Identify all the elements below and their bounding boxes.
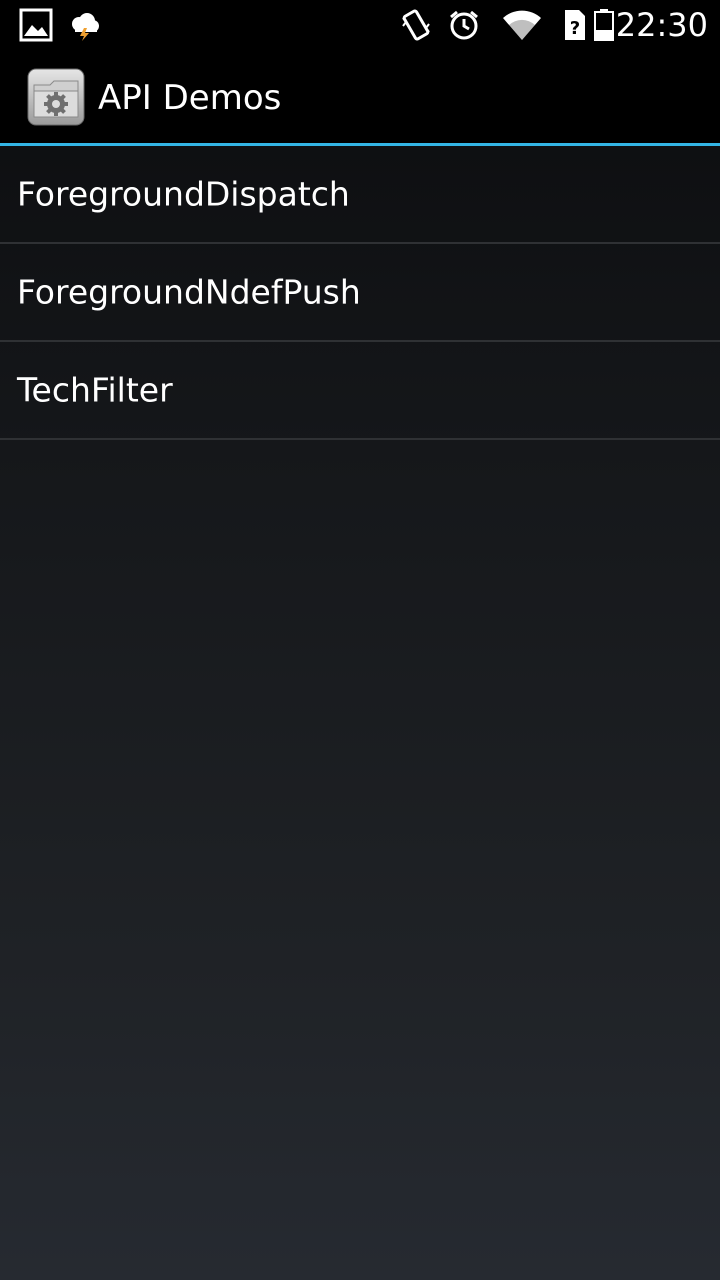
- list-item-foreground-ndef-push[interactable]: ForegroundNdefPush: [0, 244, 720, 342]
- weather-storm-icon: [66, 8, 102, 42]
- list-item-foreground-dispatch[interactable]: ForegroundDispatch: [0, 146, 720, 244]
- alarm-icon: [446, 8, 482, 42]
- app-title: API Demos: [98, 78, 282, 118]
- list-item-label: ForegroundDispatch: [17, 174, 350, 214]
- gallery-notification-icon: [18, 8, 54, 42]
- demo-list: ForegroundDispatch ForegroundNdefPush Te…: [0, 146, 720, 440]
- no-sim-icon: ?: [562, 8, 588, 42]
- vibrate-icon: [398, 8, 434, 42]
- list-item-tech-filter[interactable]: TechFilter: [0, 342, 720, 440]
- wifi-icon: [500, 8, 544, 42]
- action-bar: API Demos: [0, 50, 720, 143]
- svg-text:?: ?: [570, 18, 580, 39]
- status-bar: ? 22:30: [0, 0, 720, 50]
- settings-folder-icon[interactable]: [26, 67, 86, 127]
- list-item-label: ForegroundNdefPush: [17, 272, 361, 312]
- battery-icon: [592, 8, 616, 42]
- status-clock: 22:30: [615, 6, 708, 44]
- list-item-label: TechFilter: [17, 370, 173, 410]
